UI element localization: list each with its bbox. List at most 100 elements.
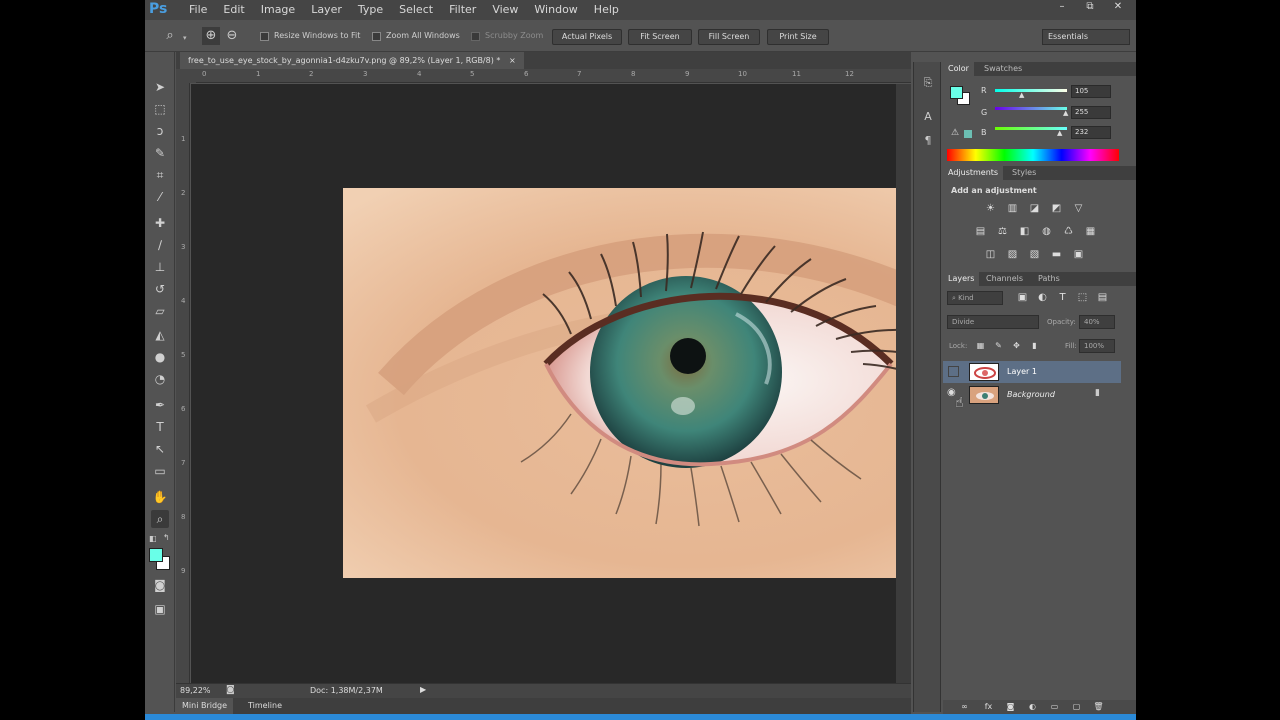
- tab-styles[interactable]: Styles: [1007, 166, 1041, 180]
- new-adjustment-icon[interactable]: ◐: [1025, 700, 1040, 714]
- menu-file[interactable]: File: [181, 0, 215, 20]
- dodge-tool-icon[interactable]: ◔: [151, 370, 169, 388]
- gamut-swatch[interactable]: [964, 130, 972, 138]
- close-tab-icon[interactable]: ×: [509, 56, 516, 65]
- print-size-button[interactable]: Print Size: [767, 29, 829, 45]
- menu-filter[interactable]: Filter: [441, 0, 484, 20]
- menu-window[interactable]: Window: [526, 0, 585, 20]
- filter-shape-icon[interactable]: ⬚: [1075, 291, 1090, 305]
- fill-screen-button[interactable]: Fill Screen: [698, 29, 760, 45]
- brightness-contrast-icon[interactable]: ☀: [983, 202, 998, 216]
- lock-position-icon[interactable]: ✥: [1009, 339, 1024, 353]
- gradient-map-icon[interactable]: ▬: [1049, 248, 1064, 262]
- layer-mask-icon[interactable]: ◙: [1003, 700, 1018, 714]
- crop-tool-icon[interactable]: ⌗: [151, 166, 169, 184]
- canvas-area[interactable]: [191, 84, 896, 683]
- canvas-vertical-scrollbar[interactable]: [896, 84, 911, 683]
- eye-photo-canvas[interactable]: [191, 84, 896, 683]
- channel-r-thumb[interactable]: ▲: [1019, 91, 1024, 99]
- actual-pixels-button[interactable]: Actual Pixels: [552, 29, 622, 45]
- paragraph-panel-icon[interactable]: ¶: [919, 132, 937, 150]
- layer-1-name[interactable]: Layer 1: [1007, 367, 1037, 376]
- horizontal-ruler[interactable]: 0 1 2 3 4 5 6 7 8 9 10 11 12: [196, 69, 911, 83]
- shape-tool-icon[interactable]: ▭: [151, 462, 169, 480]
- fill-input[interactable]: 100%: [1079, 339, 1115, 353]
- restore-button[interactable]: ⧉: [1078, 0, 1102, 14]
- gradient-tool-icon[interactable]: ◭: [151, 326, 169, 344]
- tab-timeline[interactable]: Timeline: [242, 698, 288, 714]
- healing-brush-tool-icon[interactable]: ✚: [151, 214, 169, 232]
- black-white-icon[interactable]: ◧: [1017, 225, 1032, 239]
- screen-mode-icon[interactable]: ▣: [151, 600, 169, 618]
- hue-saturation-icon[interactable]: ▤: [973, 225, 988, 239]
- channel-r-slider[interactable]: [995, 89, 1067, 92]
- blend-mode-select[interactable]: Divide: [947, 315, 1039, 329]
- photo-filter-icon[interactable]: ◍: [1039, 225, 1054, 239]
- curves-icon[interactable]: ◪: [1027, 202, 1042, 216]
- minimize-button[interactable]: –: [1050, 0, 1074, 14]
- tab-color[interactable]: Color: [943, 62, 974, 76]
- fit-screen-button[interactable]: Fit Screen: [628, 29, 692, 45]
- lock-image-icon[interactable]: ✎: [991, 339, 1006, 353]
- zoom-level[interactable]: 89,22%: [180, 686, 211, 695]
- document-tab[interactable]: free_to_use_eye_stock_by_agonnia1-d4zku7…: [180, 52, 524, 69]
- vertical-ruler[interactable]: 1 2 3 4 5 6 7 8 9: [176, 83, 190, 683]
- eyedropper-tool-icon[interactable]: ⁄: [151, 188, 169, 206]
- swap-colors-icon[interactable]: ↰: [163, 533, 170, 542]
- selective-color-icon[interactable]: ▣: [1071, 248, 1086, 262]
- history-panel-icon[interactable]: ⎘: [919, 74, 937, 92]
- channel-mixer-icon[interactable]: ♺: [1061, 225, 1076, 239]
- eraser-tool-icon[interactable]: ▱: [151, 302, 169, 320]
- opacity-input[interactable]: 40%: [1079, 315, 1115, 329]
- menu-help[interactable]: Help: [586, 0, 627, 20]
- hand-tool-icon[interactable]: ✋: [151, 488, 169, 506]
- clone-stamp-tool-icon[interactable]: ⊥: [151, 258, 169, 276]
- zoom-in-icon[interactable]: ⊕: [202, 27, 220, 45]
- channel-g-thumb[interactable]: ▲: [1063, 109, 1068, 117]
- filter-smart-object-icon[interactable]: ▤: [1095, 291, 1110, 305]
- type-tool-icon[interactable]: T: [151, 418, 169, 436]
- link-layers-icon[interactable]: ∞: [957, 700, 972, 714]
- channel-g-value[interactable]: 255: [1071, 106, 1111, 119]
- tool-preset-chevron-icon[interactable]: ▾: [183, 34, 187, 42]
- pen-tool-icon[interactable]: ✒: [151, 396, 169, 414]
- tab-mini-bridge[interactable]: Mini Bridge: [176, 698, 234, 714]
- new-group-icon[interactable]: ▭: [1047, 700, 1062, 714]
- channel-r-value[interactable]: 105: [1071, 85, 1111, 98]
- menu-edit[interactable]: Edit: [215, 0, 252, 20]
- close-button[interactable]: ✕: [1106, 0, 1130, 14]
- tab-channels[interactable]: Channels: [981, 272, 1028, 286]
- tab-paths[interactable]: Paths: [1033, 272, 1065, 286]
- filter-adjustment-icon[interactable]: ◐: [1035, 291, 1050, 305]
- invert-icon[interactable]: ◫: [983, 248, 998, 262]
- resize-windows-checkbox[interactable]: [260, 32, 269, 41]
- foreground-color-swatch[interactable]: [149, 548, 163, 562]
- menu-view[interactable]: View: [484, 0, 526, 20]
- color-fg-swatch[interactable]: [950, 86, 963, 99]
- channel-b-thumb[interactable]: ▲: [1057, 129, 1062, 137]
- tab-adjustments[interactable]: Adjustments: [943, 166, 1004, 180]
- zoom-tool-icon[interactable]: ⌕: [161, 27, 179, 45]
- lock-all-icon[interactable]: ▮: [1027, 339, 1042, 353]
- levels-icon[interactable]: ▥: [1005, 202, 1020, 216]
- tab-swatches[interactable]: Swatches: [979, 62, 1027, 76]
- out-of-gamut-warning-icon[interactable]: ⚠: [951, 128, 959, 138]
- lasso-tool-icon[interactable]: ↄ: [151, 122, 169, 140]
- tab-layers[interactable]: Layers: [943, 272, 980, 286]
- menu-layer[interactable]: Layer: [303, 0, 350, 20]
- blur-tool-icon[interactable]: ●: [151, 348, 169, 366]
- filter-pixel-icon[interactable]: ▣: [1015, 291, 1030, 305]
- move-tool-icon[interactable]: ➤: [151, 78, 169, 96]
- layer-row-background[interactable]: ◉ Background ▮: [943, 384, 1121, 406]
- status-menu-arrow-icon[interactable]: ▶: [420, 685, 426, 694]
- layer-row-layer-1[interactable]: Layer 1: [943, 361, 1121, 383]
- workspace-switcher[interactable]: Essentials: [1042, 29, 1130, 45]
- history-brush-tool-icon[interactable]: ↺: [151, 280, 169, 298]
- color-lookup-icon[interactable]: ▦: [1083, 225, 1098, 239]
- filter-type-icon[interactable]: T: [1055, 291, 1070, 305]
- posterize-icon[interactable]: ▨: [1005, 248, 1020, 262]
- background-name[interactable]: Background: [1007, 390, 1055, 399]
- quick-mask-icon[interactable]: ◙: [151, 576, 169, 594]
- color-balance-icon[interactable]: ⚖: [995, 225, 1010, 239]
- default-colors-icon[interactable]: ◧: [149, 534, 157, 543]
